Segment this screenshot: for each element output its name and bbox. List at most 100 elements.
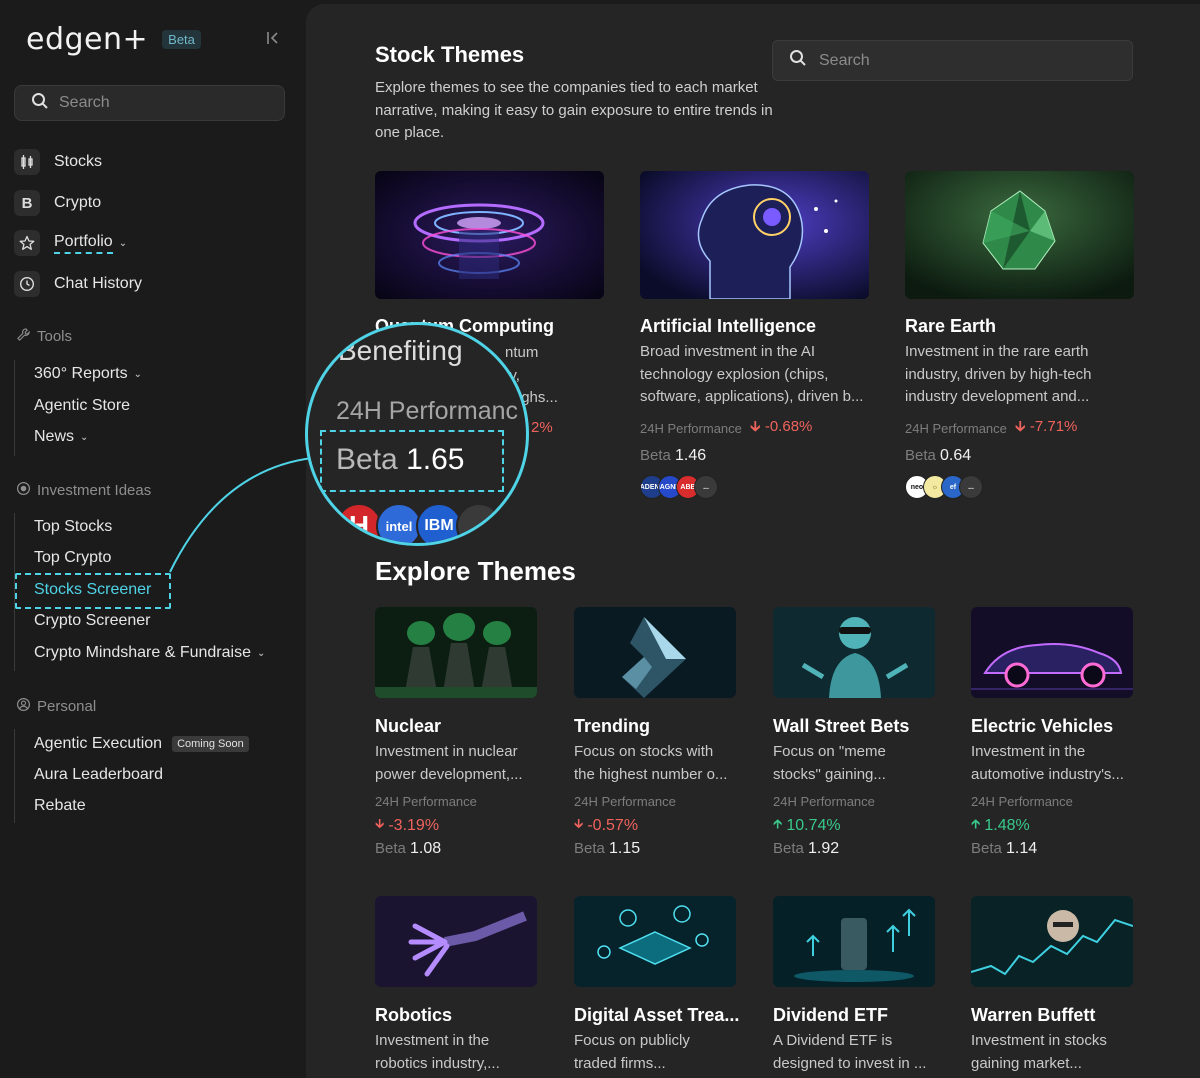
explore-title: Warren Buffett bbox=[971, 1005, 1096, 1025]
perf-value: 🡳 -7.71% bbox=[1014, 418, 1078, 435]
highlight-stocks-screener bbox=[15, 573, 171, 609]
sidebar-item-agentic-store[interactable]: Agentic Store bbox=[34, 397, 130, 415]
explore-title: Nuclear bbox=[375, 716, 442, 736]
arrow-down-icon: 🡳 bbox=[1014, 418, 1026, 435]
theme-card-ai[interactable]: Artificial Intelligence Broad investment… bbox=[640, 171, 869, 499]
company-logos[interactable]: neo ☼ ef ... bbox=[905, 475, 1134, 499]
page-description: Explore themes to see the companies tied… bbox=[375, 79, 773, 141]
theme-description: Investment in the rare earth industry, d… bbox=[905, 343, 1092, 405]
explore-description: Investment in nuclear power development,… bbox=[375, 743, 523, 783]
theme-title: Rare Earth bbox=[905, 316, 997, 336]
more-logos: ... bbox=[959, 475, 983, 499]
brand[interactable]: edgen+ Beta bbox=[26, 22, 201, 57]
more-logos: ... bbox=[694, 475, 718, 499]
more-logos: ... bbox=[456, 503, 502, 543]
sidebar-item-agentic-execution[interactable]: Agentic Execution Coming Soon bbox=[34, 735, 249, 753]
company-logos[interactable]: CADENCE MAGNIFY ABB ... bbox=[640, 475, 869, 499]
chevron-down-icon[interactable]: ⌄ bbox=[257, 648, 265, 659]
candlestick-icon bbox=[14, 149, 40, 175]
sidebar-item-label: Stocks bbox=[54, 153, 103, 170]
sidebar-item-top-crypto[interactable]: Top Crypto bbox=[34, 549, 111, 567]
sidebar-item-rebate[interactable]: Rebate bbox=[34, 797, 86, 815]
sidebar-item-aura-leaderboard[interactable]: Aura Leaderboard bbox=[34, 766, 163, 784]
magnified-logos: H intel IBM ... bbox=[336, 503, 502, 543]
explore-image-dividend-etf bbox=[773, 896, 935, 987]
sidebar-item-portfolio[interactable]: Portfolio ⌄ bbox=[14, 228, 127, 258]
sidebar-item-crypto-screener[interactable]: Crypto Screener bbox=[34, 612, 151, 630]
explore-card-ev[interactable]: Electric Vehicles Investment in the auto… bbox=[971, 607, 1133, 858]
theme-title: Artificial Intelligence bbox=[640, 316, 817, 336]
search-icon bbox=[789, 49, 807, 72]
sidebar-item-360-reports[interactable]: 360° Reports ⌄ bbox=[34, 365, 142, 383]
wrench-icon bbox=[16, 327, 37, 346]
explore-card-nuclear[interactable]: Nuclear Investment in nuclear power deve… bbox=[375, 607, 537, 858]
explore-themes-title: Explore Themes bbox=[375, 556, 576, 586]
section-tools: Tools bbox=[16, 327, 72, 346]
theme-image-quantum bbox=[375, 171, 604, 299]
explore-title: Digital Asset Trea... bbox=[574, 1005, 740, 1025]
explore-image-trending bbox=[574, 607, 736, 698]
explore-card-wallstreetbets[interactable]: Wall Street Bets Focus on "meme stocks" … bbox=[773, 607, 935, 858]
explore-image-ev bbox=[971, 607, 1133, 698]
explore-title: Dividend ETF bbox=[773, 1005, 889, 1025]
chevron-down-icon[interactable]: ⌄ bbox=[119, 238, 127, 249]
bitcoin-icon: B bbox=[14, 190, 40, 216]
explore-description: Focus on publicly traded firms... bbox=[574, 1032, 690, 1072]
explore-card-robotics[interactable]: Robotics Investment in the robotics indu… bbox=[375, 896, 537, 1075]
sidebar-search-input[interactable] bbox=[59, 94, 259, 112]
theme-card-rare-earth[interactable]: Rare Earth Investment in the rare earth … bbox=[905, 171, 1134, 499]
perf-row: 24H Performance 🡳 -0.68% bbox=[640, 416, 869, 441]
magnified-word: Benefiting bbox=[338, 335, 463, 366]
explore-description: Focus on stocks with the highest number … bbox=[574, 743, 728, 783]
arrow-down-icon: 🡳 bbox=[749, 418, 761, 435]
section-investment-ideas: Investment Ideas bbox=[16, 481, 151, 500]
star-icon bbox=[14, 230, 40, 256]
theme-card-quantum[interactable]: Quantum Computing ntum gy, throughs... 2… bbox=[375, 171, 604, 436]
sidebar-item-crypto[interactable]: B Crypto bbox=[14, 188, 101, 218]
perf-value: 🡳 -0.57% bbox=[574, 815, 736, 837]
arrow-up-icon: 🡱 bbox=[971, 816, 981, 831]
search-icon bbox=[31, 92, 49, 115]
magnified-perf-label: 24H Performanc bbox=[336, 397, 519, 425]
explore-description: Focus on "meme stocks" gaining... bbox=[773, 743, 886, 783]
sidebar-search[interactable] bbox=[14, 85, 285, 121]
section-personal: Personal bbox=[16, 697, 96, 716]
sidebar-item-top-stocks[interactable]: Top Stocks bbox=[34, 518, 112, 536]
brand-logo[interactable]: edgen+ bbox=[26, 22, 148, 57]
perf-value: 🡱 10.74% bbox=[773, 815, 935, 837]
explore-description: A Dividend ETF is designed to invest in … bbox=[773, 1032, 927, 1072]
sidebar-item-news[interactable]: News ⌄ bbox=[34, 428, 88, 446]
page-title: Stock Themes bbox=[375, 42, 525, 67]
sidebar-item-crypto-mindshare[interactable]: Crypto Mindshare & Fundraise ⌄ bbox=[34, 644, 265, 662]
sidebar-item-chat-history[interactable]: Chat History bbox=[14, 269, 142, 299]
explore-title: Robotics bbox=[375, 1005, 453, 1025]
explore-image-nuclear bbox=[375, 607, 537, 698]
explore-image-warren-buffett bbox=[971, 896, 1133, 987]
explore-card-digital-asset[interactable]: Digital Asset Trea... Focus on publicly … bbox=[574, 896, 740, 1075]
chevron-down-icon[interactable]: ⌄ bbox=[80, 432, 88, 443]
theme-description: Broad investment in the AI technology ex… bbox=[640, 343, 864, 405]
explore-card-dividend-etf[interactable]: Dividend ETF A Dividend ETF is designed … bbox=[773, 896, 935, 1075]
perf-value: 🡳 -3.19% bbox=[375, 815, 537, 837]
sidebar-item-stocks[interactable]: Stocks bbox=[14, 147, 102, 177]
chevron-down-icon[interactable]: ⌄ bbox=[134, 369, 142, 380]
beta-row: Beta 1.14 bbox=[971, 840, 1038, 857]
sidebar-item-label: Chat History bbox=[54, 275, 143, 292]
collapse-sidebar-icon[interactable] bbox=[266, 30, 280, 46]
explore-card-warren-buffett[interactable]: Warren Buffett Investment in stocks gain… bbox=[971, 896, 1133, 1075]
explore-description: Investment in the automotive industry's.… bbox=[971, 743, 1124, 783]
tools-list: 360° Reports ⌄ Agentic Store News ⌄ bbox=[14, 360, 142, 456]
explore-title: Wall Street Bets bbox=[773, 716, 910, 736]
sidebar: edgen+ Beta Stocks B Crypto Portfolio ⌄ … bbox=[0, 0, 304, 1078]
beta-row: Beta 1.92 bbox=[773, 840, 840, 857]
arrow-down-icon: 🡳 bbox=[574, 816, 584, 831]
explore-image-wallstreetbets bbox=[773, 607, 935, 698]
explore-card-trending[interactable]: Trending Focus on stocks with the highes… bbox=[574, 607, 736, 858]
main-search-input[interactable] bbox=[819, 51, 1109, 70]
main-search[interactable] bbox=[772, 40, 1133, 81]
sidebar-item-label: Crypto bbox=[54, 194, 102, 211]
explore-image-digital-asset bbox=[574, 896, 736, 987]
theme-image-ai bbox=[640, 171, 869, 299]
beta-row: Beta 1.15 bbox=[574, 840, 641, 857]
beta-row: Beta 0.64 bbox=[905, 447, 972, 464]
